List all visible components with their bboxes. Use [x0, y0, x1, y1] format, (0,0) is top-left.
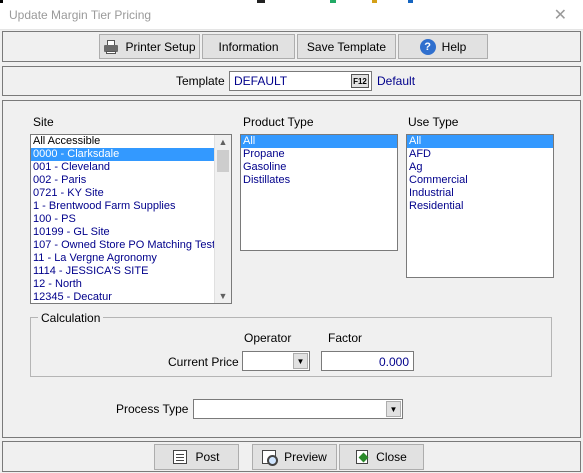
post-icon [173, 450, 188, 464]
operator-label: Operator [244, 331, 292, 345]
process-type-select[interactable]: ▼ [193, 399, 403, 419]
taskbar-strip [408, 0, 413, 3]
window-title: Update Margin Tier Pricing [9, 8, 152, 22]
post-button[interactable]: Post [154, 444, 239, 470]
site-list-item[interactable]: 100 - PS [31, 213, 231, 226]
site-list-item[interactable]: 001 - Cleveland [31, 161, 231, 174]
help-button[interactable]: ? Help [398, 34, 488, 59]
site-list-item[interactable]: 12345 - Decatur [31, 291, 231, 303]
use-type-listbox[interactable]: All AFD Ag Commercial Industrial Residential [406, 134, 554, 278]
product-type-list-item[interactable]: Propane [241, 148, 397, 161]
template-description: Default [377, 74, 416, 88]
scroll-down-icon[interactable]: ▼ [215, 289, 231, 303]
template-bar: Template DEFAULT F12 Default [2, 66, 581, 96]
use-type-label: Use Type [408, 115, 459, 129]
template-label: Template [176, 74, 225, 88]
product-type-listbox[interactable]: All Propane Gasoline Distillates [240, 134, 398, 251]
product-type-label: Product Type [243, 115, 314, 129]
use-type-list-item[interactable]: Commercial [407, 174, 553, 187]
preview-icon [262, 450, 279, 466]
help-icon: ? [419, 38, 436, 55]
chevron-down-icon[interactable]: ▼ [293, 353, 308, 369]
printer-setup-button[interactable]: Printer Setup [99, 34, 200, 59]
information-button[interactable]: Information [202, 34, 295, 59]
close-window-icon[interactable]: ✕ [554, 5, 567, 25]
product-type-list-item[interactable]: All [241, 135, 397, 148]
site-list-item[interactable]: 1 - Brentwood Farm Supplies [31, 200, 231, 213]
template-value: DEFAULT [234, 74, 288, 88]
title-bar: Update Margin Tier Pricing ✕ [0, 0, 583, 30]
printer-icon [103, 39, 119, 55]
use-type-list-item[interactable]: AFD [407, 148, 553, 161]
post-label: Post [195, 450, 220, 464]
use-type-list-item[interactable]: All [407, 135, 553, 148]
help-label: Help [441, 39, 467, 54]
use-type-list-item[interactable]: Residential [407, 200, 553, 213]
scroll-thumb[interactable] [217, 150, 229, 172]
scroll-up-icon[interactable]: ▲ [215, 135, 231, 149]
information-label: Information [218, 39, 279, 54]
window-icon [0, 0, 3, 3]
site-list-item[interactable]: All Accessible [31, 135, 231, 148]
close-button[interactable]: Close [339, 444, 424, 470]
printer-setup-label: Printer Setup [125, 39, 196, 54]
site-scrollbar[interactable]: ▲ ▼ [214, 135, 231, 303]
close-label: Close [376, 450, 407, 464]
use-type-list-item[interactable]: Ag [407, 161, 553, 174]
chevron-down-icon[interactable]: ▼ [386, 401, 401, 417]
template-input[interactable]: DEFAULT F12 [229, 71, 372, 91]
product-type-list-item[interactable]: Gasoline [241, 161, 397, 174]
factor-input[interactable]: 0.000 [321, 351, 414, 371]
save-template-label: Save Template [306, 39, 387, 54]
preview-button[interactable]: Preview [252, 444, 337, 470]
f12-lookup-button[interactable]: F12 [351, 74, 369, 88]
site-list-item[interactable]: 0721 - KY Site [31, 187, 231, 200]
site-list-item[interactable]: 10199 - GL Site [31, 226, 231, 239]
site-listbox[interactable]: All Accessible 0000 - Clarksdale 001 - Cle… [30, 134, 232, 304]
site-list-item[interactable]: 107 - Owned Store PO Matching Test [31, 239, 231, 252]
use-type-list-item[interactable]: Industrial [407, 187, 553, 200]
close-icon [356, 450, 369, 464]
toolbar: Printer Setup Information Save Template … [2, 31, 581, 62]
taskbar-strip [330, 0, 336, 3]
taskbar-strip [372, 0, 377, 3]
site-label: Site [33, 115, 54, 129]
save-template-button[interactable]: Save Template [297, 34, 396, 59]
site-list-item[interactable]: 12 - North [31, 278, 231, 291]
site-list-item[interactable]: 0000 - Clarksdale [31, 148, 231, 161]
site-list-item[interactable]: 002 - Paris [31, 174, 231, 187]
current-price-label: Current Price [168, 355, 239, 369]
site-list-item[interactable]: 1114 - JESSICA'S SITE [31, 265, 231, 278]
site-list-item[interactable]: 11 - La Vergne Agronomy [31, 252, 231, 265]
process-type-label: Process Type [116, 402, 189, 416]
product-type-list-item[interactable]: Distillates [241, 174, 397, 187]
calculation-legend: Calculation [38, 311, 104, 325]
operator-select[interactable]: ▼ [242, 351, 310, 371]
preview-label: Preview [284, 450, 327, 464]
bottom-bar: Post Preview Close [2, 441, 581, 472]
taskbar-strip [257, 0, 265, 3]
factor-label: Factor [328, 331, 363, 345]
